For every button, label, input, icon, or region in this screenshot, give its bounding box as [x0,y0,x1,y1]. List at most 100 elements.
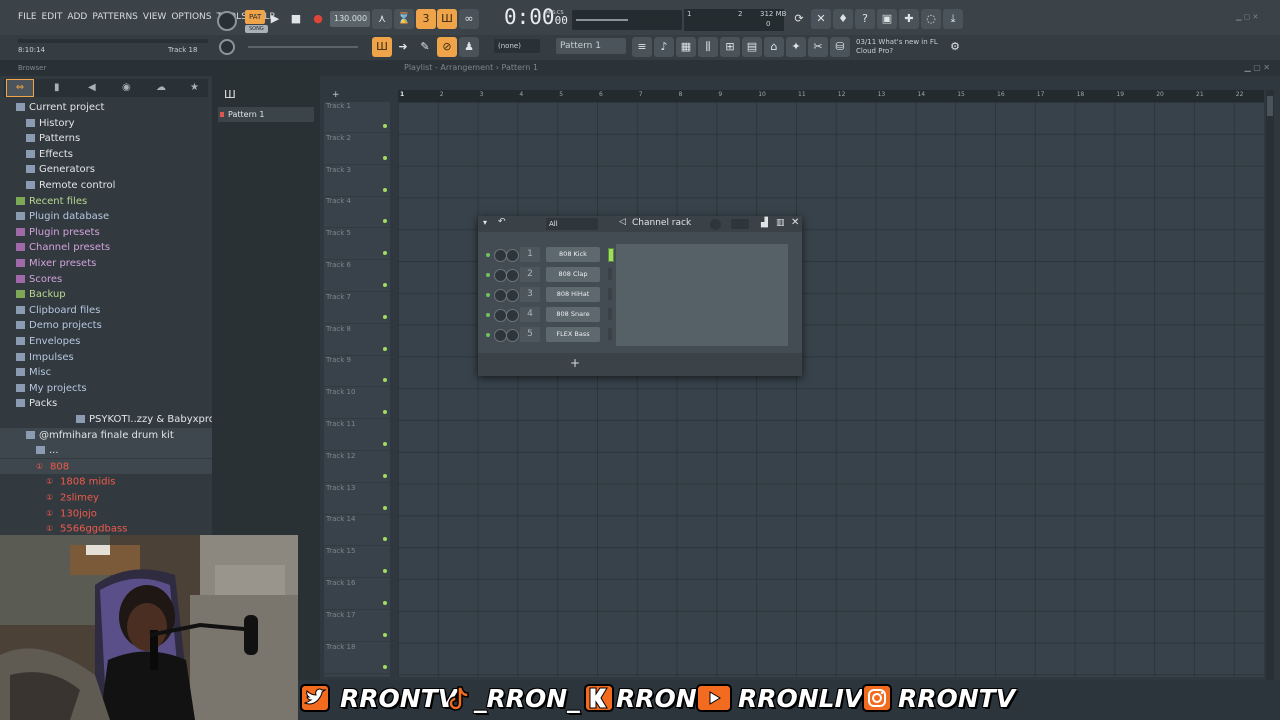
track-mute-led[interactable] [383,346,387,351]
graph-editor-icon[interactable]: ▟ [761,218,768,228]
track-mute-led[interactable] [383,187,387,192]
menu-item-file[interactable]: FILE [18,12,37,22]
channel-select-indicator[interactable] [608,288,612,300]
playlist-scrollbar[interactable] [1266,90,1274,680]
channel-name-button[interactable]: 808 HiHat [546,287,600,302]
plugins-tab-icon[interactable]: ◀ [88,82,96,93]
track-mute-led[interactable] [383,505,387,510]
plugin-picker-icon[interactable]: ▤ [742,37,762,57]
channel-row[interactable]: 5 FLEX Bass [484,326,784,344]
step-edit-icon[interactable]: Ш [437,9,457,29]
browser-item[interactable]: Current project [0,100,212,115]
channel-pan-knob[interactable] [506,329,519,342]
track-header[interactable]: Track 5 [324,229,390,261]
channel-pan-knob[interactable] [506,289,519,302]
track-mute-led[interactable] [383,410,387,415]
channel-name-button[interactable]: 808 Clap [546,267,600,282]
channel-row[interactable]: 2 808 Clap [484,266,784,284]
channel-select-indicator[interactable] [608,248,614,262]
browser-item[interactable]: ① 130jojo [0,506,212,521]
browser-item[interactable]: Plugin database [0,209,212,224]
channel-mute-led[interactable] [486,333,490,337]
touch-controller-icon[interactable]: ⌂ [764,37,784,57]
browser-item[interactable]: Packs [0,396,212,411]
browser-item[interactable]: Channel presets [0,240,212,255]
stop-button[interactable]: ■ [286,9,306,29]
chat-icon[interactable]: ◌ [921,9,941,29]
browser-item[interactable]: Plugin presets [0,225,212,240]
plugin-icon[interactable]: ✚ [899,9,919,29]
track-mute-led[interactable] [383,632,387,637]
track-header[interactable]: Track 11 [324,420,390,451]
channel-row[interactable]: 4 808 Snare [484,306,784,324]
save-icon[interactable]: ▣ [877,9,897,29]
track-header[interactable]: Track 7 [324,293,390,324]
browser-item[interactable]: Patterns [0,131,212,146]
track-header[interactable]: Track 9 [324,356,390,388]
menu-item-add[interactable]: ADD [67,12,87,22]
browser-item[interactable]: Impulses [0,350,212,365]
arrangement-grid[interactable] [398,102,1264,677]
track-header[interactable]: Track 3 [324,166,390,197]
piano-roll-icon[interactable]: ♪ [654,37,674,57]
settings-icon[interactable]: ⚙ [945,37,965,57]
microphone-icon[interactable]: ♦ [833,9,853,29]
track-header[interactable]: Track 6 [324,261,390,292]
master-pitch-knob[interactable] [219,39,235,55]
countdown-icon[interactable]: 3 [416,9,436,29]
channel-select-indicator[interactable] [608,308,612,320]
pat-mode-button[interactable]: PAT [245,10,266,24]
browser-item[interactable]: Mixer presets [0,256,212,271]
track-header[interactable]: Track 4 [324,197,390,229]
browser-item[interactable]: My projects [0,381,212,396]
channel-mute-led[interactable] [486,293,490,297]
channel-mute-led[interactable] [486,253,490,257]
channel-pan-knob[interactable] [506,249,519,262]
recycle-icon[interactable]: ⟳ [789,9,809,29]
track-mute-led[interactable] [383,283,387,287]
track-header[interactable]: Track 14 [324,515,390,547]
channel-name-button[interactable]: 808 Snare [546,307,600,322]
browser-item[interactable]: Demo projects [0,318,212,333]
channel-pan-knob[interactable] [506,309,519,322]
pattern-select[interactable]: Pattern 1 [556,38,626,54]
edison-icon[interactable]: ✦ [786,37,806,57]
step-view-icon[interactable]: ▥ [776,218,785,228]
track-mute-led[interactable] [383,219,387,224]
track-mute-led[interactable] [383,569,387,574]
channel-mixer-number[interactable]: 4 [520,307,540,322]
files-tab-icon[interactable]: ▮ [54,82,60,93]
channel-mute-led[interactable] [486,273,490,277]
channel-row[interactable]: 3 808 HiHat [484,286,784,304]
browser-item[interactable]: @mfmihara finale drum kit [0,427,212,443]
track-mute-led[interactable] [383,155,387,160]
snap-icon[interactable]: Ш [372,37,392,57]
blend-notes-icon[interactable]: ∞ [459,9,479,29]
channel-name-button[interactable]: FLEX Bass [546,327,600,342]
channel-select-indicator[interactable] [608,328,612,340]
rack-undo-icon[interactable]: ↶ [498,217,506,227]
browser-item[interactable]: Generators [0,162,212,177]
track-header[interactable]: Track 2 [324,134,390,165]
channel-rack-icon[interactable]: ▦ [676,37,696,57]
tools-icon[interactable]: ✂ [808,37,828,57]
playlist-window-controls-icon[interactable]: ▁ ▢ ✕ [1245,60,1271,76]
browser-item[interactable]: Backup [0,287,212,302]
all-tab-icon[interactable]: ⇔ [6,79,34,97]
track-header[interactable]: Track 15 [324,547,390,579]
browser-item[interactable]: Remote control [0,178,212,193]
track-mute-led[interactable] [383,378,387,383]
menu-item-edit[interactable]: EDIT [42,12,63,22]
track-mute-led[interactable] [383,664,387,669]
rack-close-icon[interactable]: ✕ [791,217,799,228]
panic-icon[interactable]: ✕ [811,9,831,29]
add-channel-button[interactable]: + [570,356,580,370]
track-header[interactable]: Track 13 [324,484,390,515]
menu-item-options[interactable]: OPTIONS [171,12,211,22]
track-header[interactable]: Track 18 [324,643,390,674]
menu-item-patterns[interactable]: PATTERNS [92,12,138,22]
shop-icon[interactable]: ⛁ [830,37,850,57]
link-icon[interactable]: ⊘ [437,37,457,57]
record-button[interactable]: ● [308,9,328,29]
browser-item[interactable]: Envelopes [0,334,212,349]
